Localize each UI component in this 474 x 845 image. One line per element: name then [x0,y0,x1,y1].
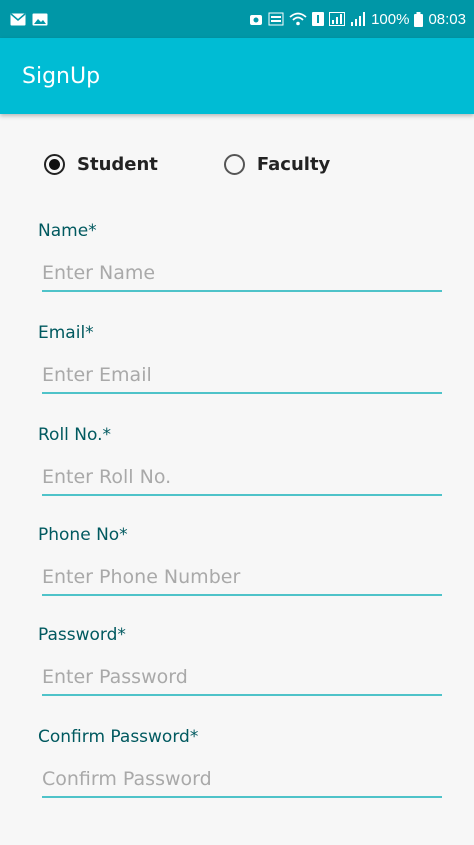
radio-student[interactable]: Student [44,154,158,175]
battery-percent: 100% [371,10,410,28]
roll-no-label: Roll No.* [38,425,112,445]
sim-1-icon [312,12,325,26]
phone-input[interactable] [42,560,442,596]
password-input[interactable] [42,660,442,696]
name-field-group: Name* [38,220,442,292]
cell-signal-icon [350,12,366,26]
confirm-password-label: Confirm Password* [38,727,199,747]
status-left [10,12,48,26]
status-bar: 100% 08:03 [0,0,474,38]
mail-icon [10,12,26,26]
confirm-password-field-group: Confirm Password* [38,726,442,798]
name-input[interactable] [42,256,442,292]
radio-checked-icon[interactable] [44,154,65,175]
phone-label: Phone No* [38,525,128,545]
radio-student-label: Student [77,154,158,175]
clock-time: 08:03 [428,10,466,28]
page-title: SignUp [22,63,101,89]
data-signal-icon [329,12,346,26]
radio-faculty[interactable]: Faculty [223,154,331,175]
wifi-icon [289,12,307,26]
radio-dot [49,159,60,170]
roll-no-field-group: Roll No.* [38,424,442,496]
gallery-icon [32,13,48,26]
roll-no-input[interactable] [42,460,442,496]
email-field-group: Email* [38,322,442,394]
confirm-password-input[interactable] [42,762,442,798]
role-radio-group: Student Faculty [44,154,330,175]
radio-unchecked-icon[interactable] [223,154,245,175]
volte-icon [268,12,284,26]
radio-faculty-label: Faculty [256,154,331,175]
password-label: Password* [38,625,126,645]
alarm-icon [249,12,263,26]
battery-icon [414,11,424,27]
name-label: Name* [38,221,97,241]
status-right: 100% 08:03 [249,11,466,28]
email-label: Email* [38,323,94,343]
app-bar: SignUp [0,38,474,114]
password-field-group: Password* [38,624,442,696]
email-input[interactable] [42,358,442,394]
phone-field-group: Phone No* [38,524,442,596]
